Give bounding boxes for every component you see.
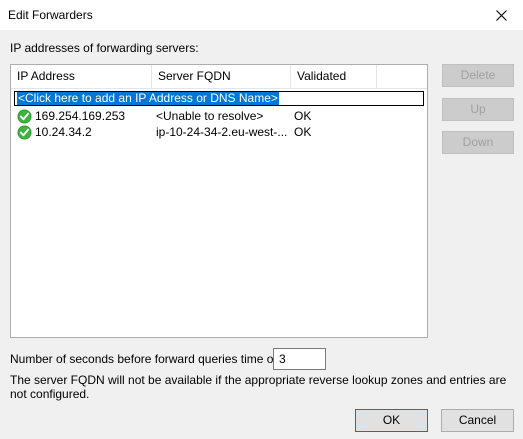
- window-title: Edit Forwarders: [8, 8, 93, 22]
- down-button[interactable]: Down: [442, 131, 514, 154]
- up-button[interactable]: Up: [442, 98, 514, 121]
- row-fqdn: ip-10-24-34-2.eu-west-...: [156, 125, 288, 139]
- column-header-ip[interactable]: IP Address: [11, 65, 152, 88]
- table-row[interactable]: 169.254.169.253 <Unable to resolve> OK: [11, 108, 427, 124]
- green-check-icon: [17, 109, 32, 124]
- column-header-fqdn[interactable]: Server FQDN: [152, 65, 291, 88]
- title-bar: Edit Forwarders: [0, 0, 523, 30]
- row-ip: 10.24.34.2: [35, 125, 92, 139]
- close-icon: [495, 9, 507, 21]
- add-server-row[interactable]: <Click here to add an IP Address or DNS …: [14, 91, 424, 106]
- row-ip: 169.254.169.253: [35, 109, 126, 123]
- delete-button[interactable]: Delete: [442, 64, 514, 87]
- row-fqdn: <Unable to resolve>: [156, 109, 264, 123]
- timeout-label: Number of seconds before forward queries…: [10, 352, 287, 366]
- close-button[interactable]: [479, 0, 523, 30]
- green-check-icon: [17, 125, 32, 140]
- row-validated: OK: [294, 109, 312, 123]
- row-validated: OK: [294, 125, 312, 139]
- fqdn-note: The server FQDN will not be available if…: [10, 373, 507, 401]
- table-row[interactable]: 10.24.34.2 ip-10-24-34-2.eu-west-... OK: [11, 124, 427, 140]
- column-header-validated[interactable]: Validated: [291, 65, 377, 88]
- list-header: IP Address Server FQDN Validated: [11, 65, 427, 89]
- cancel-button[interactable]: Cancel: [441, 409, 514, 432]
- servers-label: IP addresses of forwarding servers:: [10, 41, 199, 55]
- forwarders-list[interactable]: IP Address Server FQDN Validated <Click …: [10, 64, 428, 338]
- add-server-text: <Click here to add an IP Address or DNS …: [17, 91, 279, 105]
- ok-button[interactable]: OK: [355, 409, 428, 432]
- timeout-input[interactable]: 3: [273, 348, 326, 370]
